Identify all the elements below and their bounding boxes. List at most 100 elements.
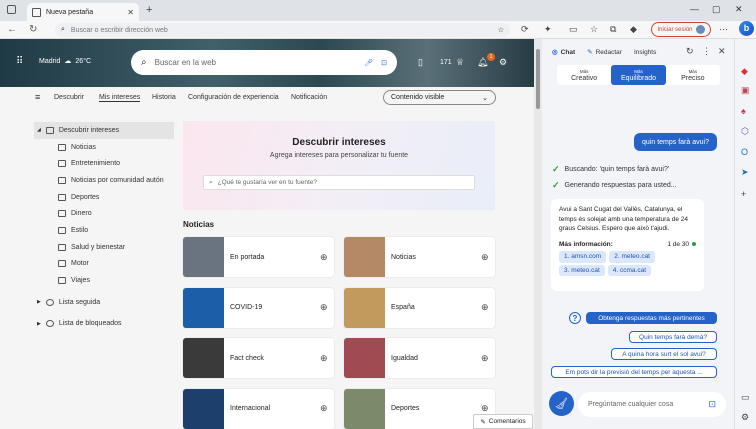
tab-chat[interactable]: ◎ Chat [548, 48, 579, 57]
favorite-star-icon[interactable]: ☆ [498, 26, 504, 34]
interest-card[interactable]: España ⊕ [344, 287, 495, 328]
add-icon[interactable]: + [741, 189, 746, 199]
sidebar-item[interactable]: ▶ Lista seguida [34, 294, 174, 311]
more-icon[interactable]: ⋯ [719, 24, 728, 35]
hide-sidebar-icon[interactable]: ▭ [741, 392, 750, 403]
scrollbar-thumb[interactable] [536, 49, 540, 109]
interest-search-input[interactable]: ⌕ ¿Qué te gustaría ver en tu fuente? [203, 175, 475, 190]
source-chip[interactable]: 3. meteo.cat [559, 264, 605, 276]
suggestion-button[interactable]: Em pots dir la previsió del temps per aq… [551, 366, 717, 378]
sidebar-item[interactable]: Viajes [34, 272, 174, 289]
trophy-icon[interactable]: ♕ [456, 57, 464, 68]
games-icon[interactable]: ♠ [741, 106, 746, 116]
source-chip[interactable]: 2. meteo.cat [609, 251, 655, 263]
add-interest-icon[interactable]: ⊕ [320, 302, 334, 313]
tag-icon[interactable]: ◆ [741, 66, 748, 77]
more-options-icon[interactable]: ⋮ [702, 46, 711, 57]
tab-actions-icon[interactable] [7, 5, 16, 14]
sidebar-item[interactable]: Noticias [34, 139, 174, 156]
sidebar-item[interactable]: Salud y bienestar [34, 239, 174, 256]
briefcase-icon[interactable]: ▣ [741, 85, 750, 96]
refresh-page-icon[interactable]: ⟳ [521, 24, 529, 35]
favorites-icon[interactable]: ☆ [590, 24, 598, 35]
settings-icon[interactable]: ⚙ [741, 412, 749, 423]
add-interest-icon[interactable]: ⊕ [481, 353, 495, 364]
close-tab-icon[interactable]: ✕ [127, 8, 134, 17]
style-option[interactable]: Más Creativo [557, 65, 611, 85]
weather-widget[interactable]: Madrid ☁ 26°C [38, 57, 91, 66]
style-option[interactable]: Más Equilibrado [611, 65, 666, 85]
web-search-input[interactable]: Buscar en la web [155, 58, 357, 67]
tab-compose[interactable]: ✎ Redactar [583, 48, 626, 57]
maximize-icon[interactable]: ▢ [712, 4, 721, 15]
suggestion-button[interactable]: Quin temps farà demà? [629, 331, 717, 343]
interest-card[interactable]: Fact check ⊕ [183, 338, 334, 378]
nav-mis-intereses[interactable]: Mis intereses [99, 94, 141, 102]
suggestion-button[interactable]: A quina hora surt el sol avui? [611, 348, 717, 360]
add-interest-icon[interactable]: ⊕ [320, 353, 334, 364]
style-option[interactable]: Más Preciso [666, 65, 720, 85]
collections-icon[interactable]: ⧉ [610, 24, 616, 35]
visual-search-icon[interactable]: ⊡ [381, 59, 387, 67]
close-window-icon[interactable]: ✕ [735, 4, 743, 15]
address-input[interactable]: Buscar o escribir dirección web [71, 27, 492, 34]
mobile-icon[interactable]: ▯ [418, 57, 423, 68]
new-topic-button[interactable]: 🧹︎ [549, 391, 574, 416]
microphone-icon[interactable]: 🎤︎ [364, 59, 373, 67]
new-tab-button[interactable]: + [146, 4, 152, 16]
sidebar-item[interactable]: ◢ Descubrir intereses [34, 122, 174, 139]
feedback-button[interactable]: ✎ Comentarios [473, 414, 533, 429]
nav-notificacion[interactable]: Notificación [291, 94, 327, 101]
office-icon[interactable]: ⬡ [741, 126, 749, 137]
image-input-icon[interactable]: ⊡ [708, 399, 716, 410]
sidebar-item[interactable]: ▶ Lista de bloqueados [34, 316, 174, 333]
sidebar-item[interactable]: Noticias por comunidad autón [34, 172, 174, 189]
split-screen-icon[interactable]: ▭ [569, 24, 578, 35]
rewards-points[interactable]: 171 [440, 59, 452, 66]
tab-new-tab[interactable]: Nueva pestaña ✕ [27, 3, 139, 21]
tab-insights[interactable]: Insights [630, 49, 660, 56]
add-interest-icon[interactable]: ⊕ [481, 403, 495, 414]
sidebar-item[interactable]: Deportes [34, 189, 174, 206]
sidebar-item[interactable]: Entretenimiento [34, 155, 174, 172]
web-search-box[interactable]: ⌕ Buscar en la web 🎤︎ ⊡ [131, 50, 397, 75]
back-icon[interactable]: ← [7, 24, 17, 35]
nav-descubrir[interactable]: Descubrir [54, 94, 84, 101]
add-interest-icon[interactable]: ⊕ [320, 403, 334, 414]
add-interest-icon[interactable]: ⊕ [481, 302, 495, 313]
sidebar-item[interactable]: Dinero [34, 205, 174, 222]
refresh-chat-icon[interactable]: ↻ [686, 46, 694, 57]
outlook-icon[interactable]: O [741, 147, 748, 157]
nav-historia[interactable]: Historia [152, 94, 176, 101]
send-icon[interactable]: ➤ [741, 167, 749, 178]
sidebar-item[interactable]: Estilo [34, 222, 174, 239]
sidebar-item[interactable]: Motor [34, 256, 174, 273]
suggestion-button[interactable]: Obtenga respuestas más pertinentes [586, 312, 717, 324]
interest-card[interactable]: COVID-19 ⊕ [183, 287, 334, 328]
signin-button[interactable]: Iniciar sesión [651, 22, 711, 37]
hamburger-icon[interactable]: ≡ [35, 92, 40, 102]
interest-card[interactable]: Internacional ⊕ [183, 388, 334, 429]
content-visibility-dropdown[interactable]: Contenido visible ⌄ [383, 90, 496, 105]
page-scrollbar[interactable] [534, 39, 542, 429]
bing-copilot-icon[interactable]: b [739, 21, 754, 36]
ask-input[interactable]: Pregúntame cualquier cosa ⊡ [578, 392, 726, 417]
interest-card[interactable]: Noticias ⊕ [344, 237, 495, 277]
shopping-icon[interactable]: ◆ [630, 24, 637, 35]
add-interest-icon[interactable]: ⊕ [320, 252, 334, 263]
minimize-icon[interactable]: — [690, 4, 699, 14]
source-chip[interactable]: 1. amsn.com [559, 251, 607, 263]
refresh-icon[interactable]: ↻ [29, 24, 37, 35]
help-icon[interactable]: ? [569, 312, 581, 324]
address-bar[interactable]: ⌕ Buscar o escribir dirección web ☆ [55, 23, 510, 37]
close-panel-icon[interactable]: ✕ [718, 46, 726, 57]
gear-icon[interactable]: ⚙ [499, 57, 507, 68]
add-interest-icon[interactable]: ⊕ [481, 252, 495, 263]
interest-card[interactable]: En portada ⊕ [183, 237, 334, 277]
source-chip[interactable]: 4. ccma.cat [607, 264, 652, 276]
interest-card[interactable]: Igualdad ⊕ [344, 338, 495, 378]
nav-configuracion[interactable]: Configuración de experiencia [188, 94, 279, 101]
style-prefix: Más [634, 69, 643, 74]
apps-grid-icon[interactable]: ⠿ [16, 56, 23, 67]
extensions-icon[interactable]: ✦ [544, 24, 552, 35]
